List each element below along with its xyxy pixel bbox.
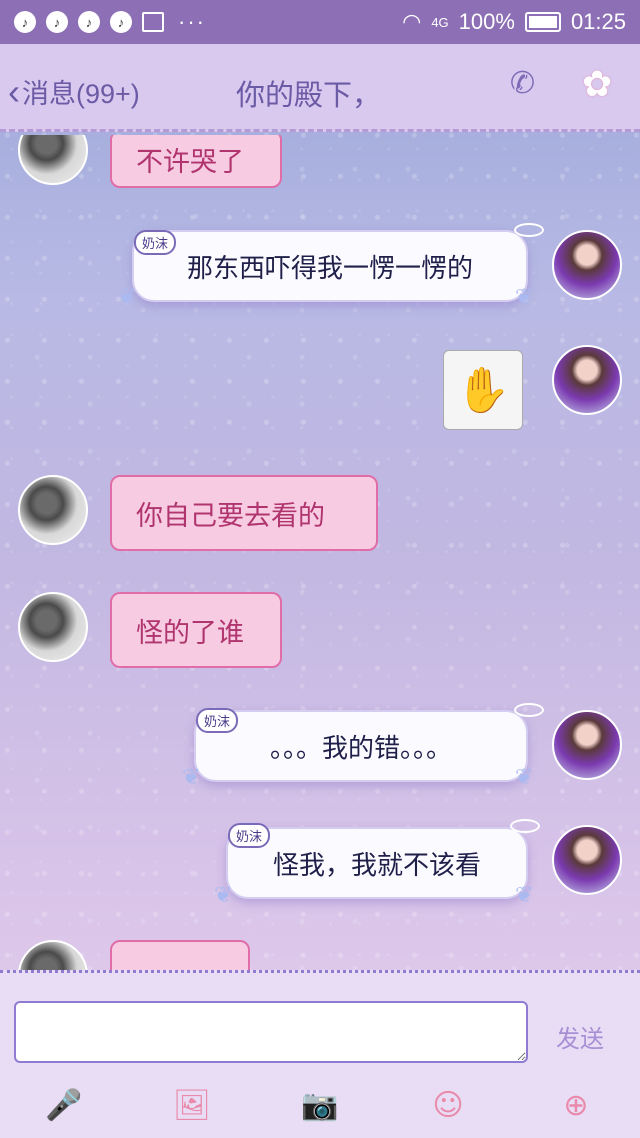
avatar[interactable] [18,592,88,662]
avatar[interactable] [18,475,88,545]
chat-title: 你的殿下， [236,78,382,112]
avatar[interactable] [552,710,622,780]
name-tag: 奶沫 [228,823,271,848]
gallery-icon [142,12,164,32]
cat-sticker-icon: ✋ [455,365,511,416]
message-bubble[interactable]: 。。。我的错。。。 [194,710,528,782]
halo-decoration [514,703,544,717]
tiktok-icon: ♪ [14,11,36,33]
wing-decoration: ❦ [515,883,534,908]
input-bar: 发送 🎤 🖼 📷 ☺ ⊕ [0,970,640,1138]
status-bar: ♪ ♪ ♪ ♪ ··· ◠ 4G 100% 01:25 [0,0,640,44]
name-tag: 奶沫 [196,708,239,733]
back-button[interactable]: ‹ 消息(99+) [8,72,140,111]
battery-percent: 100% [458,9,515,34]
more-icon: ··· [178,9,206,34]
message-input[interactable] [14,1001,528,1063]
back-label: 消息(99+) [22,79,140,109]
wing-decoration: ❦ [515,285,534,310]
wing-decoration: ❦ [182,765,201,790]
tiktok-icon: ♪ [110,11,132,33]
halo-decoration [510,819,540,833]
wifi-icon: ◠ [402,9,422,34]
image-icon[interactable]: 🖼 [170,1083,214,1127]
message-bubble[interactable]: 那东西吓得我一愣一愣的 [132,230,528,302]
avatar[interactable] [552,345,622,415]
avatar[interactable] [552,230,622,300]
avatar[interactable] [18,135,88,185]
wing-decoration: ❦ [214,883,233,908]
wing-decoration: ❦ [118,285,137,310]
tiktok-icon: ♪ [78,11,100,33]
message-bubble[interactable] [110,940,250,970]
plus-icon[interactable]: ⊕ [554,1083,598,1127]
emoji-icon[interactable]: ☺ [426,1083,470,1127]
send-button[interactable]: 发送 [556,1019,604,1054]
camera-icon[interactable]: 📷 [298,1083,342,1127]
message-bubble[interactable]: 不许哭了 [110,135,282,188]
clock: 01:25 [570,9,626,34]
wing-decoration: ❦ [515,765,534,790]
sticker-image[interactable]: ✋ [443,350,523,430]
tiktok-icon: ♪ [46,11,68,33]
avatar[interactable] [552,825,622,895]
flower-icon[interactable]: ✿ [582,64,612,105]
message-bubble[interactable]: 怪我，我就不该看 [226,827,528,899]
avatar[interactable] [18,940,88,970]
phone-icon[interactable]: ✆ [510,66,535,101]
network-indicator: 4G [431,14,449,30]
name-tag: 奶沫 [134,230,177,255]
chat-header: ‹ 消息(99+) 你的殿下， [0,44,640,132]
message-list[interactable]: 不许哭了 那东西吓得我一愣一愣的 奶沫 ❦ ❦ ✋ 你自己要去看的 怪的了谁 。… [0,135,640,970]
message-bubble[interactable]: 怪的了谁 [110,592,282,668]
halo-decoration [514,223,544,237]
chevron-left-icon: ‹ [8,70,20,112]
microphone-icon[interactable]: 🎤 [42,1083,86,1127]
battery-icon [524,12,561,32]
message-bubble[interactable]: 你自己要去看的 [110,475,378,551]
